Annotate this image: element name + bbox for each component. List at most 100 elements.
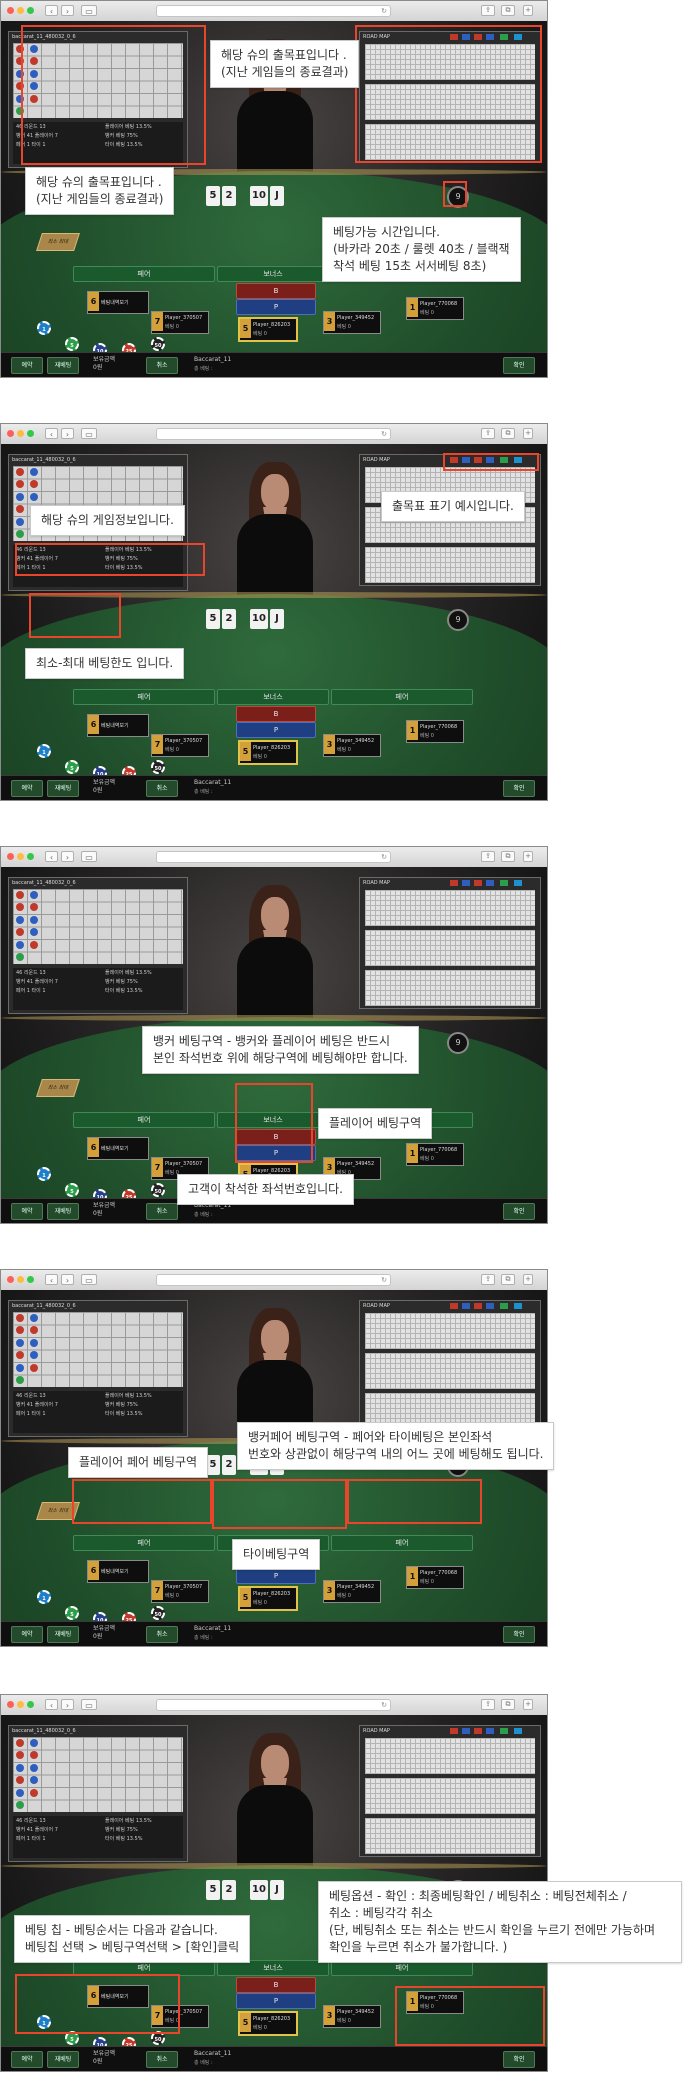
- rebet-button[interactable]: 재베팅: [47, 357, 79, 374]
- new-tab-icon[interactable]: +: [523, 1274, 533, 1285]
- banker-pair-zone[interactable]: 페어: [331, 689, 473, 705]
- minimize-window-icon[interactable]: [17, 1701, 24, 1708]
- share-icon[interactable]: ⇪: [481, 851, 495, 862]
- bet-history-button[interactable]: 6 베팅내역보기: [87, 1560, 149, 1583]
- forward-icon[interactable]: ›: [61, 1274, 74, 1285]
- cancel-button[interactable]: 취소: [146, 357, 178, 374]
- maximize-window-icon[interactable]: [27, 430, 34, 437]
- close-window-icon[interactable]: [7, 7, 14, 14]
- rebet-button[interactable]: 재베팅: [47, 1203, 79, 1220]
- player-zone[interactable]: P: [236, 1993, 316, 2009]
- maximize-window-icon[interactable]: [27, 1701, 34, 1708]
- banker-zone[interactable]: B: [236, 706, 316, 722]
- reload-icon[interactable]: ↻: [381, 429, 387, 439]
- sidebar-icon[interactable]: ▭: [81, 1699, 97, 1710]
- reserve-button[interactable]: 예약: [11, 357, 43, 374]
- close-window-icon[interactable]: [7, 853, 14, 860]
- new-tab-icon[interactable]: +: [523, 5, 533, 16]
- close-window-icon[interactable]: [7, 1276, 14, 1283]
- player-seat[interactable]: 1 Player_770068 베팅 0: [406, 1566, 464, 1589]
- tabs-icon[interactable]: ⧉: [501, 5, 515, 16]
- chip[interactable]: 1: [37, 1590, 51, 1604]
- player-seat[interactable]: 7 Player_370507 베팅 0: [151, 311, 209, 334]
- player-seat[interactable]: 3 Player_349452 베팅 0: [323, 734, 381, 757]
- tabs-icon[interactable]: ⧉: [501, 1274, 515, 1285]
- minimize-window-icon[interactable]: [17, 7, 24, 14]
- reserve-button[interactable]: 예약: [11, 2051, 43, 2068]
- address-bar[interactable]: ↻: [156, 1274, 391, 1286]
- tie-zone[interactable]: 보너스: [217, 266, 329, 282]
- tabs-icon[interactable]: ⧉: [501, 851, 515, 862]
- rebet-button[interactable]: 재베팅: [47, 780, 79, 797]
- maximize-window-icon[interactable]: [27, 1276, 34, 1283]
- player-seat[interactable]: 3 Player_349452 베팅 0: [323, 311, 381, 334]
- chip[interactable]: 5: [65, 1183, 79, 1197]
- chip[interactable]: 50: [151, 760, 165, 774]
- rebet-button[interactable]: 재베팅: [47, 2051, 79, 2068]
- cancel-button[interactable]: 취소: [146, 1626, 178, 1643]
- player-pair-zone[interactable]: 페어: [73, 266, 215, 282]
- banker-pair-zone[interactable]: 페어: [331, 1535, 473, 1551]
- cancel-button[interactable]: 취소: [146, 2051, 178, 2068]
- address-bar[interactable]: ↻: [156, 1699, 391, 1711]
- minimize-window-icon[interactable]: [17, 430, 24, 437]
- chip[interactable]: 5: [65, 337, 79, 351]
- address-bar[interactable]: ↻: [156, 5, 391, 17]
- bet-history-button[interactable]: 6 베팅내역보기: [87, 1137, 149, 1160]
- sidebar-icon[interactable]: ▭: [81, 428, 97, 439]
- minimize-window-icon[interactable]: [17, 1276, 24, 1283]
- my-seat[interactable]: 5 Player_826203 베팅 0: [238, 2011, 298, 2036]
- share-icon[interactable]: ⇪: [481, 1699, 495, 1710]
- player-seat[interactable]: 1 Player_770068 베팅 0: [406, 297, 464, 320]
- reserve-button[interactable]: 예약: [11, 1626, 43, 1643]
- player-pair-zone[interactable]: 페어: [73, 1535, 215, 1551]
- confirm-button[interactable]: 확인: [503, 780, 535, 797]
- back-icon[interactable]: ‹: [45, 851, 58, 862]
- close-window-icon[interactable]: [7, 1701, 14, 1708]
- confirm-button[interactable]: 확인: [503, 357, 535, 374]
- forward-icon[interactable]: ›: [61, 1699, 74, 1710]
- chip[interactable]: 1: [37, 321, 51, 335]
- chip[interactable]: 5: [65, 1606, 79, 1620]
- my-seat[interactable]: 5 Player_826203 베팅 0: [238, 317, 298, 342]
- share-icon[interactable]: ⇪: [481, 428, 495, 439]
- tabs-icon[interactable]: ⧉: [501, 428, 515, 439]
- player-seat[interactable]: 7 Player_370507 베팅 0: [151, 734, 209, 757]
- sidebar-icon[interactable]: ▭: [81, 5, 97, 16]
- bet-history-button[interactable]: 6 베팅내역보기: [87, 291, 149, 314]
- my-seat[interactable]: 5 Player_826203 베팅 0: [238, 740, 298, 765]
- back-icon[interactable]: ‹: [45, 428, 58, 439]
- share-icon[interactable]: ⇪: [481, 5, 495, 16]
- sidebar-icon[interactable]: ▭: [81, 1274, 97, 1285]
- chip[interactable]: 50: [151, 337, 165, 351]
- player-pair-zone[interactable]: 페어: [73, 689, 215, 705]
- player-pair-zone[interactable]: 페어: [73, 1112, 215, 1128]
- confirm-button[interactable]: 확인: [503, 2051, 535, 2068]
- player-seat[interactable]: 1 Player_770068 베팅 0: [406, 1143, 464, 1166]
- forward-icon[interactable]: ›: [61, 428, 74, 439]
- banker-zone[interactable]: B: [236, 283, 316, 299]
- maximize-window-icon[interactable]: [27, 853, 34, 860]
- forward-icon[interactable]: ›: [61, 5, 74, 16]
- tie-zone[interactable]: 보너스: [217, 689, 329, 705]
- chip[interactable]: 1: [37, 1167, 51, 1181]
- new-tab-icon[interactable]: +: [523, 851, 533, 862]
- chip[interactable]: 50: [151, 1606, 165, 1620]
- player-seat[interactable]: 3 Player_349452 베팅 0: [323, 2005, 381, 2028]
- confirm-button[interactable]: 확인: [503, 1626, 535, 1643]
- new-tab-icon[interactable]: +: [523, 428, 533, 439]
- address-bar[interactable]: ↻: [156, 851, 391, 863]
- my-seat[interactable]: 5 Player_826203 베팅 0: [238, 1586, 298, 1611]
- player-zone[interactable]: P: [236, 1568, 316, 1584]
- tabs-icon[interactable]: ⧉: [501, 1699, 515, 1710]
- reload-icon[interactable]: ↻: [381, 1700, 387, 1710]
- rebet-button[interactable]: 재베팅: [47, 1626, 79, 1643]
- address-bar[interactable]: ↻: [156, 428, 391, 440]
- player-zone[interactable]: P: [236, 722, 316, 738]
- reload-icon[interactable]: ↻: [381, 1275, 387, 1285]
- confirm-button[interactable]: 확인: [503, 1203, 535, 1220]
- back-icon[interactable]: ‹: [45, 1274, 58, 1285]
- maximize-window-icon[interactable]: [27, 7, 34, 14]
- player-seat[interactable]: 1 Player_770068 베팅 0: [406, 720, 464, 743]
- minimize-window-icon[interactable]: [17, 853, 24, 860]
